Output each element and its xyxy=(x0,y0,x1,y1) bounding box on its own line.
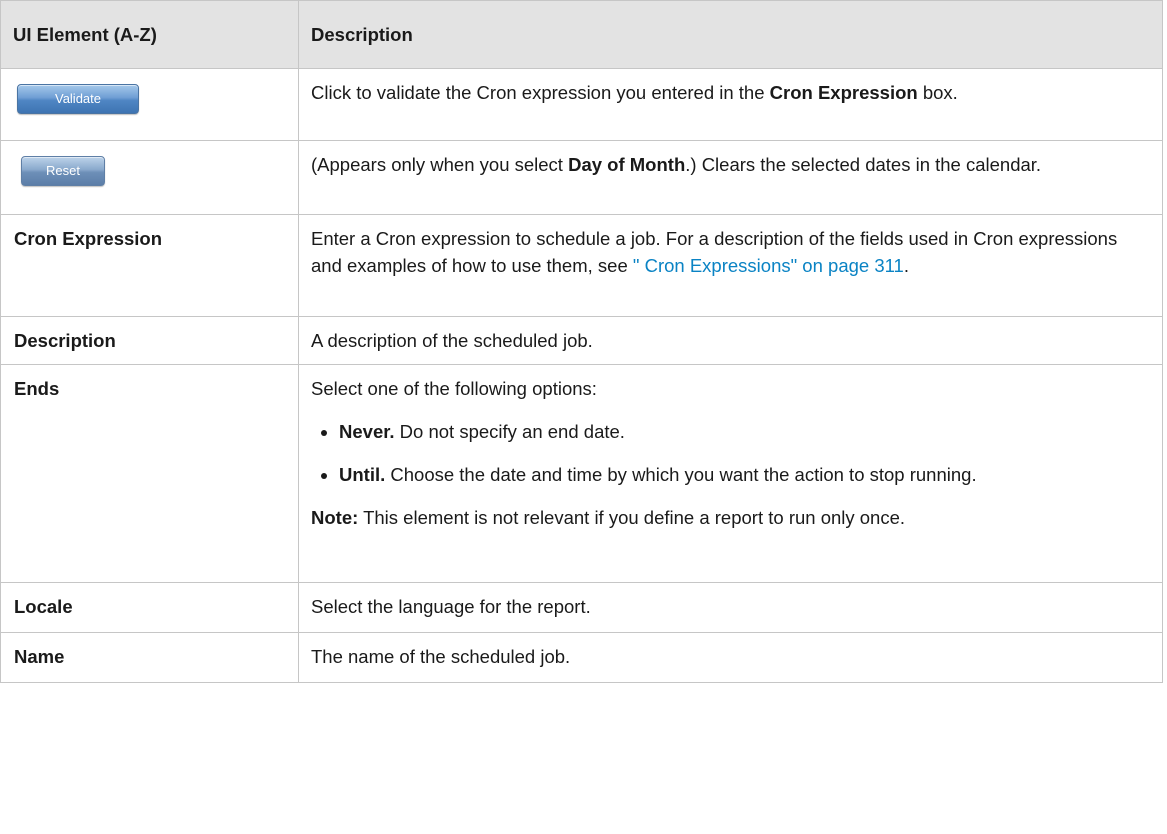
cron-expression-description: Enter a Cron expression to schedule a jo… xyxy=(298,214,1163,317)
name-label: Name xyxy=(0,632,299,683)
ends-intro: Select one of the following options: xyxy=(311,378,597,399)
note-label: Note: xyxy=(311,507,359,528)
validate-button-cell: Validate xyxy=(0,68,299,141)
table-row: Locale Select the language for the repor… xyxy=(0,582,1163,633)
cron-expressions-link[interactable]: " Cron Expressions" on page 311 xyxy=(633,255,904,276)
table-row: Name The name of the scheduled job. xyxy=(0,632,1163,683)
description-text: A description of the scheduled job. xyxy=(298,316,1163,365)
description-label: Description xyxy=(0,316,299,365)
ends-label: Ends xyxy=(0,364,299,583)
option-until-label: Until. xyxy=(339,464,386,485)
reset-desc-bold: Day of Month xyxy=(568,154,686,175)
reset-button[interactable]: Reset xyxy=(21,156,105,186)
cron-expression-label: Cron Expression xyxy=(0,214,299,317)
header-ui-element: UI Element (A-Z) xyxy=(0,0,299,69)
ends-description: Select one of the following options: Nev… xyxy=(298,364,1163,583)
table-row: Validate Click to validate the Cron expr… xyxy=(0,68,1163,141)
locale-description: Select the language for the report. xyxy=(298,582,1163,633)
cron-desc-end: . xyxy=(903,255,909,276)
table-row: Description A description of the schedul… xyxy=(0,316,1163,365)
option-never-label: Never. xyxy=(339,421,395,442)
option-never-text: Do not specify an end date. xyxy=(394,421,625,442)
locale-label: Locale xyxy=(0,582,299,633)
validate-desc-text: Click to validate the Cron expression yo… xyxy=(311,82,770,103)
option-until-text: Choose the date and time by which you wa… xyxy=(385,464,977,485)
note-text: This element is not relevant if you defi… xyxy=(358,507,906,528)
validate-desc-bold: Cron Expression xyxy=(769,82,918,103)
table-header-row: UI Element (A-Z) Description xyxy=(0,0,1163,69)
ends-options-list: Never. Do not specify an end date. Until… xyxy=(311,418,1146,488)
ends-note: Note: This element is not relevant if yo… xyxy=(311,504,1146,531)
reset-desc-text: (Appears only when you select xyxy=(311,154,569,175)
validate-description: Click to validate the Cron expression yo… xyxy=(298,68,1163,141)
validate-button[interactable]: Validate xyxy=(17,84,139,114)
name-description: The name of the scheduled job. xyxy=(298,632,1163,683)
list-item: Never. Do not specify an end date. xyxy=(311,418,1146,445)
table-row: Reset (Appears only when you select Day … xyxy=(0,140,1163,215)
reset-button-cell: Reset xyxy=(0,140,299,215)
ui-elements-table: UI Element (A-Z) Description Validate Cl… xyxy=(0,0,1163,683)
reset-desc-end: .) Clears the selected dates in the cale… xyxy=(685,154,1042,175)
list-item: Until. Choose the date and time by which… xyxy=(311,461,1146,488)
reset-description: (Appears only when you select Day of Mon… xyxy=(298,140,1163,215)
table-row: Cron Expression Enter a Cron expression … xyxy=(0,214,1163,317)
header-description: Description xyxy=(298,0,1163,69)
table-row: Ends Select one of the following options… xyxy=(0,364,1163,583)
validate-desc-end: box. xyxy=(917,82,958,103)
